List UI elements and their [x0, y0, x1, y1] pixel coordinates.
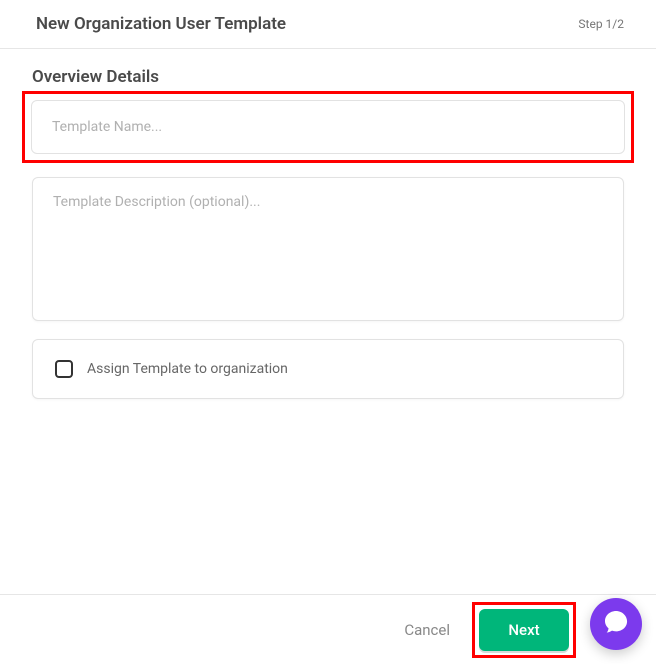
next-button[interactable]: Next — [479, 609, 569, 651]
cancel-button[interactable]: Cancel — [404, 621, 450, 639]
chat-widget-button[interactable] — [590, 598, 642, 650]
template-description-input[interactable] — [32, 177, 624, 321]
assign-checkbox-row[interactable]: Assign Template to organization — [32, 339, 624, 399]
section-title: Overview Details — [32, 67, 624, 87]
assign-checkbox-label: Assign Template to organization — [87, 361, 288, 377]
dialog-footer: Cancel Next — [0, 594, 656, 664]
assign-checkbox[interactable] — [55, 360, 73, 378]
dialog-content: Overview Details Assign Template to orga… — [0, 49, 656, 399]
highlight-name-field — [22, 91, 634, 163]
template-name-input[interactable] — [31, 100, 625, 154]
chat-icon — [602, 608, 630, 640]
dialog-title: New Organization User Template — [36, 14, 286, 34]
dialog-header: New Organization User Template Step 1/2 — [0, 0, 656, 49]
highlight-next-button: Next — [472, 602, 576, 658]
step-indicator: Step 1/2 — [578, 17, 624, 31]
